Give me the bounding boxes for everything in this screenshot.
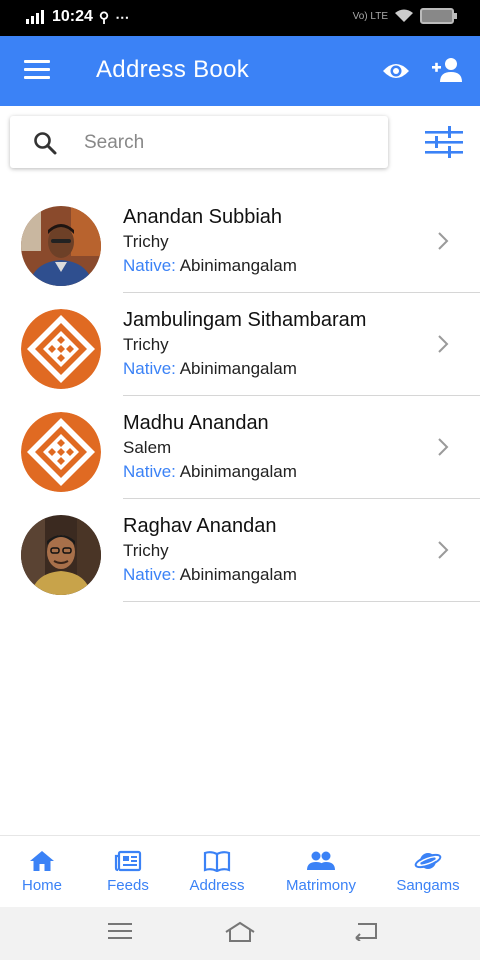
nav-home[interactable]: Home (12, 836, 72, 908)
book-icon (203, 851, 231, 872)
eye-icon (383, 64, 409, 78)
community-logo (21, 309, 101, 389)
system-nav-bar (0, 907, 480, 960)
contact-item[interactable]: Raghav Anandan Trichy Native: Abinimanga… (0, 499, 480, 602)
native-value: Abinimangalam (179, 462, 297, 481)
nav-address[interactable]: Address (182, 836, 252, 908)
search-bar (10, 116, 388, 168)
signal-icon (26, 10, 44, 24)
chevron-right-icon (438, 335, 449, 353)
contact-item[interactable]: Madhu Anandan Salem Native: Abinimangala… (0, 396, 480, 499)
more-notifications-icon: ⋯ (115, 8, 131, 25)
person-photo (21, 515, 101, 595)
contact-city: Trichy (123, 335, 169, 354)
native-label: Native: (123, 462, 176, 481)
divider (123, 601, 480, 602)
contact-name: Anandan Subbiah (123, 206, 283, 228)
planet-icon (414, 853, 442, 869)
nav-sangams-label: Sangams (396, 877, 460, 894)
native-value: Abinimangalam (179, 256, 297, 275)
contact-item[interactable]: Anandan Subbiah Trichy Native: Abinimang… (0, 190, 480, 293)
native-label: Native: (123, 256, 176, 275)
menu-icon-line (24, 68, 50, 71)
community-logo (21, 412, 101, 492)
contact-name: Jambulingam Sithambaram (123, 309, 367, 331)
page-title: Address Book (96, 56, 250, 83)
search-input[interactable] (82, 126, 376, 160)
view-button[interactable] (382, 60, 410, 82)
menu-icon-line (24, 76, 50, 79)
chevron-right-icon (438, 232, 449, 250)
avatar (21, 515, 101, 595)
battery-icon (420, 8, 457, 24)
contact-item[interactable]: Jambulingam Sithambaram Trichy Native: A… (0, 293, 480, 396)
chevron-right-icon (438, 438, 449, 456)
native-value: Abinimangalam (179, 565, 297, 584)
add-user-icon (432, 58, 462, 82)
home-outline-icon (225, 921, 255, 942)
native-value: Abinimangalam (179, 359, 297, 378)
filter-button[interactable] (424, 124, 464, 160)
status-left: 10:24 ⚲ ⋯ (26, 8, 130, 26)
menu-lines-icon (108, 923, 132, 939)
filter-sliders-icon (425, 126, 463, 158)
contact-native: Native: Abinimangalam (123, 565, 297, 585)
status-right: Vo) LTE (352, 8, 457, 24)
contact-city: Trichy (123, 541, 169, 560)
wifi-icon (395, 9, 413, 22)
nav-address-label: Address (189, 877, 245, 894)
contact-city: Salem (123, 438, 172, 457)
avatar (21, 412, 101, 492)
nav-feeds[interactable]: Feeds (98, 836, 158, 908)
system-home-button[interactable] (224, 921, 256, 948)
search-icon (34, 132, 57, 155)
contact-name: Raghav Anandan (123, 515, 277, 537)
contact-city: Trichy (123, 232, 169, 251)
nav-feeds-label: Feeds (107, 877, 149, 894)
add-contact-button[interactable] (432, 56, 464, 84)
system-back-button[interactable] (352, 921, 378, 946)
contact-native: Native: Abinimangalam (123, 462, 297, 482)
nav-matrimony[interactable]: Matrimony (278, 836, 364, 908)
usb-icon: ⚲ (98, 8, 110, 25)
status-bar: 10:24 ⚲ ⋯ Vo) LTE (0, 0, 480, 36)
menu-button[interactable] (24, 60, 50, 82)
system-menu-button[interactable] (108, 921, 132, 946)
newspaper-icon (114, 850, 142, 872)
clock: 10:24 (52, 8, 93, 25)
back-icon (355, 923, 377, 942)
chevron-right-icon (438, 541, 449, 559)
contact-native: Native: Abinimangalam (123, 256, 297, 276)
people-icon (307, 851, 335, 870)
nav-sangams[interactable]: Sangams (390, 836, 466, 908)
native-label: Native: (123, 359, 176, 378)
app-bar: Address Book (0, 36, 480, 106)
home-icon (30, 851, 54, 871)
contact-name: Madhu Anandan (123, 412, 269, 434)
nav-matrimony-label: Matrimony (285, 877, 356, 894)
menu-icon-line (24, 60, 50, 63)
lte-indicator: Vo) LTE (352, 10, 388, 22)
person-photo (21, 206, 101, 286)
nav-home-label: Home (21, 877, 62, 894)
bottom-nav: Home Feeds Address Matrimony Sangams (0, 835, 480, 908)
native-label: Native: (123, 565, 176, 584)
contact-native: Native: Abinimangalam (123, 359, 297, 379)
contact-list: Anandan Subbiah Trichy Native: Abinimang… (0, 190, 480, 602)
avatar (21, 309, 101, 389)
avatar (21, 206, 101, 286)
